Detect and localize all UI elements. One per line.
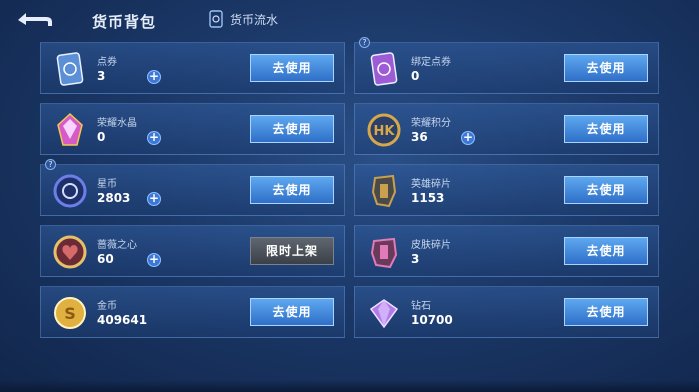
add-plus-icon[interactable]: + [147,192,161,206]
currency-amount: 3 [97,69,106,83]
gold-coin-icon: S [51,294,89,332]
currency-name: 荣耀水晶 [97,118,137,129]
currency-name: 点券 [97,57,117,68]
flow-record-icon [209,10,223,28]
currency-card-glory-points: HK 荣耀积分 36 + 去使用 [354,103,659,155]
currency-card-ticket: 点券 3 + 去使用 [40,42,345,94]
currency-card-diamond: 钻石 10700 去使用 [354,286,659,338]
use-button[interactable]: 去使用 [250,176,334,204]
use-button[interactable]: 去使用 [564,54,648,82]
currency-name: 星币 [97,179,117,190]
currency-name: 蔷薇之心 [97,240,137,251]
use-button[interactable]: 去使用 [564,237,648,265]
currency-amount: 0 [97,130,106,144]
currency-amount: 60 [97,252,114,266]
limited-time-button: 限时上架 [250,237,334,265]
currency-card-bound-ticket: ? 绑定点券 0 去使用 [354,37,659,94]
ticket-icon [51,50,89,88]
hero-fragment-icon [365,172,403,210]
currency-amount: 1153 [411,191,445,205]
help-icon[interactable]: ? [45,159,56,170]
currency-card-skin-fragment: 皮肤碎片 3 去使用 [354,225,659,277]
currency-amount: 409641 [97,313,148,327]
currency-card-gold-coin: S 金币 409641 去使用 [40,286,345,338]
currency-card-hero-fragment: 英雄碎片 1153 去使用 [354,164,659,216]
use-button[interactable]: 去使用 [250,115,334,143]
currency-name: 绑定点券 [411,57,451,68]
use-button[interactable]: 去使用 [564,298,648,326]
skin-fragment-icon [365,233,403,271]
top-bar: 货币背包 货币流水 [0,0,699,40]
currency-name: 皮肤碎片 [411,240,451,251]
use-button[interactable]: 去使用 [250,54,334,82]
add-plus-icon[interactable]: + [147,70,161,84]
flow-label: 货币流水 [230,12,279,27]
currency-amount: 3 [411,252,420,266]
help-icon[interactable]: ? [359,37,370,48]
page-title: 货币背包 [92,13,157,31]
currency-name: 钻石 [411,301,431,312]
add-plus-icon[interactable]: + [147,131,161,145]
use-button[interactable]: 去使用 [564,176,648,204]
currency-amount: 0 [411,69,420,83]
svg-text:S: S [64,304,76,323]
currency-name: 金币 [97,301,117,312]
currency-name: 英雄碎片 [411,179,451,190]
currency-name: 荣耀积分 [411,118,451,129]
currency-card-star-coin: ? 星币 2803 + 去使用 [40,159,345,216]
glory-crystal-icon [51,111,89,149]
currency-amount: 36 [411,130,428,144]
rose-heart-icon [51,233,89,271]
back-arrow-icon[interactable] [16,10,54,30]
star-coin-icon [51,172,89,210]
currency-amount: 2803 [97,191,131,205]
add-plus-icon[interactable]: + [461,131,475,145]
bound-ticket-icon [365,50,403,88]
glory-points-icon: HK [365,111,403,149]
diamond-icon [365,294,403,332]
use-button[interactable]: 去使用 [250,298,334,326]
add-plus-icon[interactable]: + [147,253,161,267]
currency-amount: 10700 [411,313,453,327]
currency-card-glory-crystal: 荣耀水晶 0 + 去使用 [40,103,345,155]
currency-flow-tab[interactable]: 货币流水 [208,10,278,28]
svg-text:HK: HK [374,124,396,139]
bottom-fade [0,380,699,392]
currency-card-rose-heart: 蔷薇之心 60 + 限时上架 [40,225,345,277]
use-button[interactable]: 去使用 [564,115,648,143]
